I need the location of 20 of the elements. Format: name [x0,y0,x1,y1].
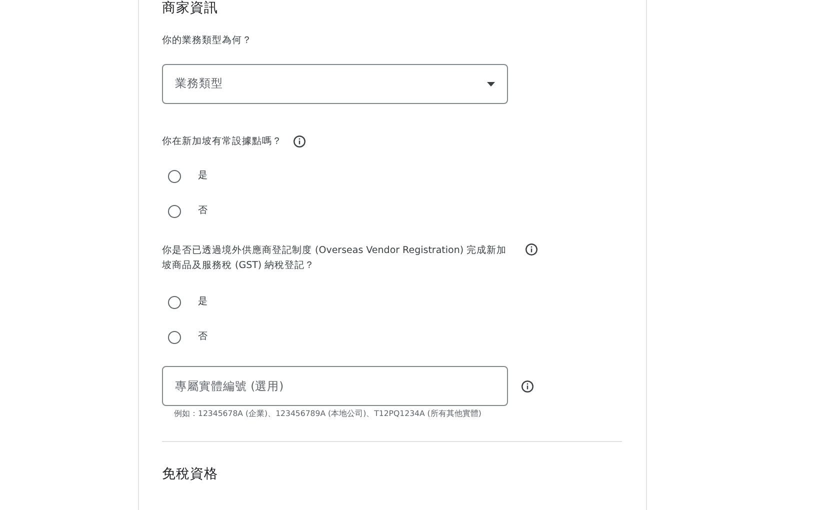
question-text: 你的業務類型為何？ [162,34,253,48]
section-heading: 免稅資格 [162,466,219,482]
radio-button[interactable] [168,331,181,344]
section-heading: 商家資訊 [162,0,219,16]
dropdown-placeholder: 業務類型 [175,75,223,92]
radio-button[interactable] [168,296,181,309]
info-icon[interactable] [293,135,306,148]
option-label: 否 [198,204,208,218]
radio-button[interactable] [168,170,181,183]
caret-icon [487,82,495,86]
info-icon[interactable] [521,380,534,392]
entity-number-field[interactable]: 專屬實體編號 (選用) [162,366,508,406]
radio-button[interactable] [168,205,181,218]
business-type-dropdown[interactable]: 業務類型 [162,64,508,104]
option-label: 是 [198,295,208,310]
option-label: 是 [198,169,208,184]
question-text: 你是否已透過境外供應商登記制度 (Overseas Vendor Registration) 完成新加坡商品及服務稅 (GST) 納稅登記？ [162,244,508,273]
info-icon[interactable] [525,243,538,256]
question-text: 你在新加坡有常設據點嗎？ [162,135,282,149]
option-label: 否 [198,330,208,344]
